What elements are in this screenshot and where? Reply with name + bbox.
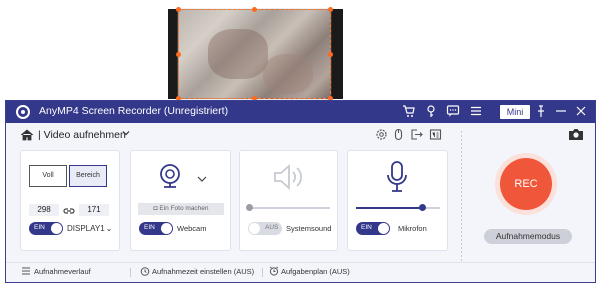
resize-handle[interactable] — [328, 52, 333, 57]
app-logo-icon — [16, 105, 30, 119]
take-photo-label: Ein Foto machen — [159, 205, 209, 212]
system-sound-toggle[interactable]: AUS — [248, 222, 282, 235]
slider-handle[interactable] — [246, 204, 253, 211]
system-sound-slider[interactable] — [246, 204, 330, 211]
resize-handle[interactable] — [328, 7, 333, 12]
recorder-window: AnyMP4 Screen Recorder (Unregistriert) M… — [5, 100, 596, 283]
take-photo-button[interactable]: ◘ Ein Foto machen — [138, 203, 224, 215]
mini-mode-button[interactable]: Mini — [500, 105, 530, 119]
mode-title[interactable]: | Video aufnehmen — [38, 129, 126, 141]
rec-button[interactable]: REC — [500, 158, 552, 210]
camera-snapshot-icon[interactable] — [568, 127, 584, 143]
toggle-knob — [51, 223, 62, 234]
alarm-clock-icon — [269, 266, 279, 276]
height-field[interactable]: 171 — [79, 204, 109, 216]
selection-frame[interactable] — [178, 9, 331, 99]
capture-preview — [168, 7, 343, 101]
webcam-label: Webcam — [177, 224, 207, 233]
key-icon[interactable] — [423, 104, 439, 120]
recording-history-link[interactable]: Aufnahmeverlauf — [34, 267, 91, 276]
toggle-label: EIN — [34, 224, 45, 231]
window-title: AnyMP4 Screen Recorder (Unregistriert) — [39, 105, 229, 117]
resize-handle[interactable] — [252, 7, 257, 12]
toggle-knob — [378, 223, 389, 234]
format-settings-icon[interactable] — [428, 128, 442, 142]
chat-icon[interactable] — [445, 104, 461, 120]
recording-mode-button[interactable]: Aufnahmemodus — [484, 229, 572, 244]
slider-handle[interactable] — [419, 204, 426, 211]
settings-gear-icon[interactable] — [374, 128, 388, 142]
pin-icon[interactable] — [533, 104, 549, 120]
close-icon[interactable] — [573, 104, 589, 120]
full-screen-button[interactable]: Voll — [29, 165, 67, 187]
menu-icon[interactable] — [468, 104, 484, 120]
speaker-icon — [272, 162, 306, 192]
resize-handle[interactable] — [176, 52, 181, 57]
divider — [461, 131, 462, 261]
minimize-icon[interactable] — [553, 104, 569, 120]
resize-handle[interactable] — [176, 7, 181, 12]
mode-bar: | Video aufnehmen — [6, 123, 595, 147]
display-select[interactable]: DISPLAY1⌄ — [67, 224, 112, 233]
divider — [262, 268, 263, 277]
slider-fill — [356, 207, 422, 209]
microphone-label: Mikrofon — [398, 224, 427, 233]
app-root: AnyMP4 Screen Recorder (Unregistriert) M… — [0, 0, 600, 287]
camera-icon: ◘ — [153, 205, 158, 212]
webcam-toggle[interactable]: EIN — [139, 222, 173, 235]
custom-area-button[interactable]: Bereich — [69, 165, 107, 187]
chevron-down-icon[interactable] — [196, 171, 208, 182]
export-icon[interactable] — [409, 128, 423, 142]
microphone-toggle[interactable]: EIN — [356, 222, 390, 235]
toggle-knob — [249, 223, 260, 234]
mouse-icon[interactable] — [391, 128, 405, 142]
microphone-card: EIN Mikrofon — [347, 150, 448, 251]
set-recording-time-link[interactable]: Aufnahmezeit einstellen (AUS) — [152, 267, 254, 276]
footer-bar: Aufnahmeverlauf Aufnahmezeit einstellen … — [6, 262, 595, 282]
system-sound-card: AUS Systemsound — [239, 150, 338, 251]
toggle-label: EIN — [144, 224, 155, 231]
title-bar[interactable]: AnyMP4 Screen Recorder (Unregistriert) M… — [6, 101, 595, 123]
display-select-value: DISPLAY1 — [67, 224, 105, 233]
system-sound-label: Systemsound — [286, 224, 332, 233]
link-icon[interactable] — [63, 204, 75, 216]
microphone-slider[interactable] — [356, 204, 440, 211]
webcam-card: ◘ Ein Foto machen EIN Webcam — [130, 150, 231, 251]
width-field[interactable]: 298 — [29, 204, 59, 216]
webcam-icon — [158, 163, 182, 189]
mode-title-text: Video aufnehmen — [43, 129, 126, 141]
task-schedule-link[interactable]: Aufgabenplan (AUS) — [281, 267, 350, 276]
toggle-knob — [161, 223, 172, 234]
display-toggle[interactable]: EIN — [29, 222, 63, 235]
cart-icon[interactable] — [401, 104, 417, 120]
display-card: Voll Bereich 298 171 EIN DISPLAY1⌄ — [20, 150, 120, 251]
timer-icon — [140, 266, 150, 276]
chevron-down-icon[interactable] — [121, 128, 131, 141]
home-icon[interactable] — [20, 128, 34, 142]
divider — [130, 268, 131, 277]
toggle-label: EIN — [361, 224, 372, 231]
list-icon — [21, 266, 31, 276]
toggle-label: AUS — [265, 224, 279, 231]
microphone-icon — [386, 160, 408, 194]
